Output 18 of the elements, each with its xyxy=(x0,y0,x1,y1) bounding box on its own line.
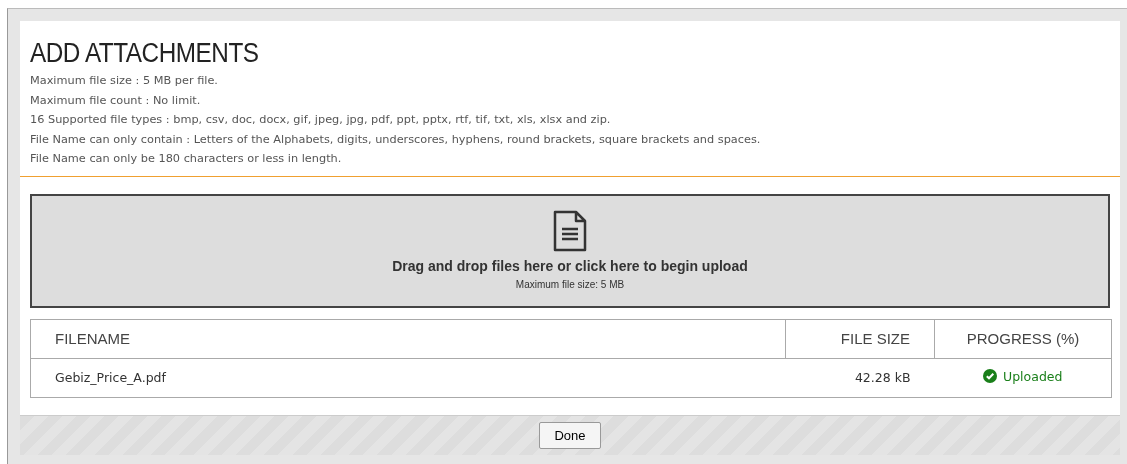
rule-text: Maximum file size : 5 MB per file. xyxy=(30,73,219,89)
dropzone[interactable]: Drag and drop files here or click here to begin upload Maximum file size: 5 MB xyxy=(30,193,1110,308)
dropzone-hint: Maximum file size: 5 MB xyxy=(515,278,625,290)
dropzone-label: Drag and drop files here or click here to begin upload xyxy=(392,257,748,274)
column-header: PROGRESS (%) xyxy=(934,319,1112,358)
column-header: FILE SIZE xyxy=(785,319,935,358)
document-icon xyxy=(552,209,588,252)
status-text: Uploaded xyxy=(1003,368,1063,384)
table-cell: 42.28 kB xyxy=(785,358,935,397)
dialog-title: ADD ATTACHMENTS xyxy=(30,37,260,69)
done-button[interactable]: Done xyxy=(539,422,601,449)
table-cell: Gebiz_Price_A.pdf xyxy=(30,358,786,397)
rule-text: 16 Supported file types : bmp, csv, doc, docx, gif, jpeg, jpg, pdf, ppt, pptx, rtf, tif, txt, xls, xlsx and zip. xyxy=(30,112,612,128)
rule-text: File Name can only contain : Letters of the Alphabets, digits, underscores, hyphens, round brackets, square brackets and spaces. xyxy=(30,131,762,148)
rule-text: File Name can only be 180 characters or less in length. xyxy=(30,151,343,167)
check-circle-icon xyxy=(983,369,998,384)
column-header: FILENAME xyxy=(30,319,786,358)
rule-text: Maximum file count : No limit. xyxy=(30,92,202,109)
